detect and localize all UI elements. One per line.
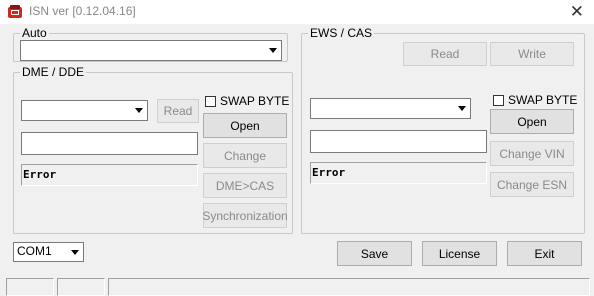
license-button[interactable]: License [422,241,497,266]
auto-group: Auto [13,26,288,62]
chevron-down-icon[interactable] [67,244,82,260]
change-vin-button[interactable]: Change VIN [490,141,574,166]
dme-cas-button[interactable]: DME>CAS [203,173,287,198]
auto-combo[interactable] [20,40,282,61]
window-title: ISN ver [0.12.04.16] [29,4,136,18]
ews-error-field: Error [310,162,487,184]
title-bar: ISN ver [0.12.04.16] ✕ [0,0,594,24]
chevron-down-icon[interactable] [131,102,146,119]
dme-change-button[interactable]: Change [203,143,287,168]
chevron-down-icon[interactable] [265,42,280,59]
com-port-combo[interactable]: COM1 [13,242,84,262]
close-icon[interactable]: ✕ [570,2,584,22]
checkbox-box[interactable] [493,94,504,106]
ews-swap-byte-label: SWAP BYTE [508,93,578,107]
ews-open-button[interactable]: Open [490,109,574,134]
dme-text-field[interactable] [21,132,198,155]
ews-combo[interactable] [310,98,471,119]
chevron-down-icon[interactable] [454,100,469,117]
dme-group: DME / DDE Read SWAP BYTE Open Change Err… [13,65,293,234]
app-icon [7,4,23,20]
synchronization-button[interactable]: Synchronization [202,203,288,228]
exit-button[interactable]: Exit [507,241,582,266]
ews-swap-byte-checkbox[interactable]: SWAP BYTE [493,93,577,107]
ews-text-field[interactable] [310,130,487,153]
dme-read-button[interactable]: Read [157,99,199,123]
ews-group-label: EWS / CAS [308,26,375,40]
dme-open-button[interactable]: Open [203,113,287,138]
status-segment-2 [57,278,105,296]
status-segment-3 [108,278,590,296]
dme-swap-byte-label: SWAP BYTE [220,94,290,108]
checkbox-box[interactable] [205,95,216,107]
dme-combo[interactable] [21,100,148,121]
dme-error-field: Error [21,164,198,186]
ews-read-button[interactable]: Read [403,42,487,66]
status-bar [0,275,594,296]
main-window: ISN ver [0.12.04.16] ✕ Auto DME / DDE Re… [0,0,594,296]
ews-write-button[interactable]: Write [490,42,574,66]
com-port-value: COM1 [17,244,52,258]
dme-swap-byte-checkbox[interactable]: SWAP BYTE [205,94,289,108]
auto-group-label: Auto [20,26,49,40]
dme-group-label: DME / DDE [20,65,87,79]
save-button[interactable]: Save [337,241,412,266]
change-esn-button[interactable]: Change ESN [490,172,574,197]
ews-group: EWS / CAS Read Write SWAP BYTE Open Chan… [301,26,585,234]
status-segment-1 [6,278,54,296]
